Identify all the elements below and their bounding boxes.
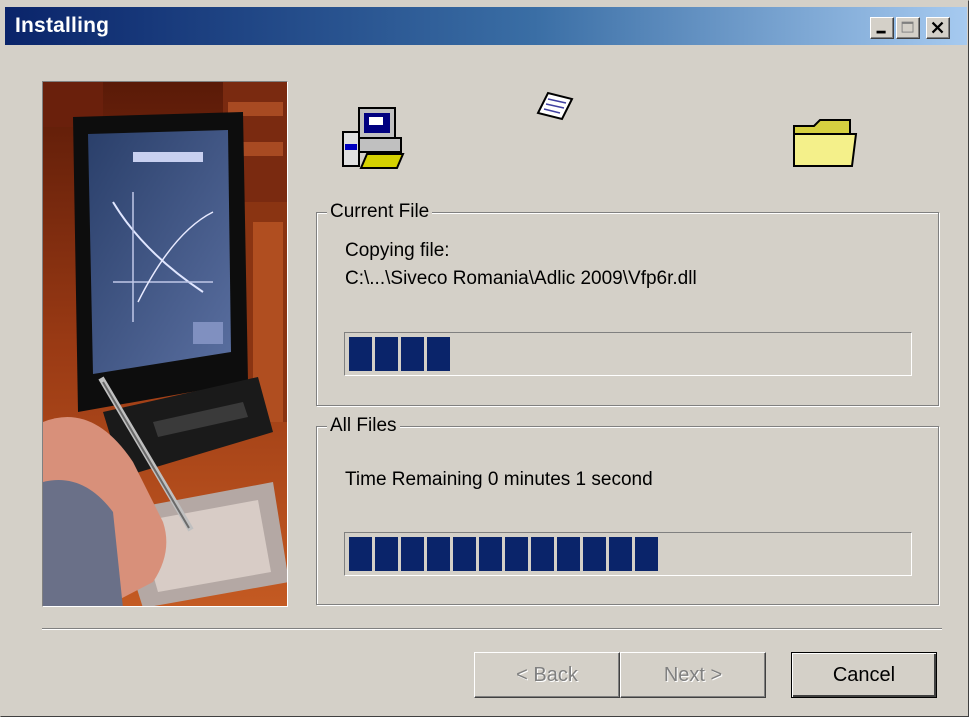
installer-side-image — [42, 81, 288, 607]
all-files-progress-fill — [349, 537, 661, 571]
close-icon — [931, 21, 944, 34]
window-title: Installing — [15, 14, 110, 37]
progress-block — [557, 537, 580, 571]
computer-icon — [342, 107, 405, 169]
progress-block — [401, 337, 424, 371]
close-button[interactable] — [926, 17, 950, 39]
current-file-progress-fill — [349, 337, 453, 371]
current-file-group-title: Current File — [327, 201, 433, 223]
progress-block — [375, 337, 398, 371]
all-files-group: All Files Time Remaining 0 minutes 1 sec… — [316, 415, 939, 605]
progress-block — [427, 337, 450, 371]
progress-block — [583, 537, 606, 571]
progress-block — [609, 537, 632, 571]
folder-icon — [793, 119, 858, 167]
progress-block — [453, 537, 476, 571]
current-file-progress-bar — [344, 332, 912, 376]
flying-paper-icon — [536, 91, 574, 121]
installer-window: Installing Current File Copying file: C:… — [0, 0, 969, 717]
progress-block — [349, 537, 372, 571]
minimize-icon — [876, 30, 886, 34]
progress-block — [427, 537, 450, 571]
current-file-group: Current File Copying file: C:\...\Siveco… — [316, 201, 939, 406]
button-separator — [42, 628, 942, 630]
all-files-progress-bar — [344, 532, 912, 576]
time-remaining-label: Time Remaining 0 minutes 1 second — [345, 469, 653, 490]
copying-status-label: Copying file: — [345, 240, 450, 261]
all-files-group-title: All Files — [327, 415, 400, 437]
progress-block — [349, 337, 372, 371]
progress-block — [401, 537, 424, 571]
progress-block — [505, 537, 528, 571]
back-button[interactable]: < Back — [474, 652, 620, 698]
current-file-path: C:\...\Siveco Romania\Adlic 2009\Vfp6r.d… — [345, 268, 697, 289]
progress-block — [479, 537, 502, 571]
cancel-button[interactable]: Cancel — [791, 652, 937, 698]
maximize-button[interactable] — [896, 17, 920, 39]
next-button[interactable]: Next > — [620, 652, 766, 698]
progress-block — [635, 537, 658, 571]
progress-block — [375, 537, 398, 571]
progress-block — [531, 537, 554, 571]
minimize-button[interactable] — [870, 17, 894, 39]
tablet-user-illustration — [43, 82, 287, 606]
title-bar[interactable]: Installing — [5, 7, 967, 45]
maximize-icon — [901, 21, 914, 33]
